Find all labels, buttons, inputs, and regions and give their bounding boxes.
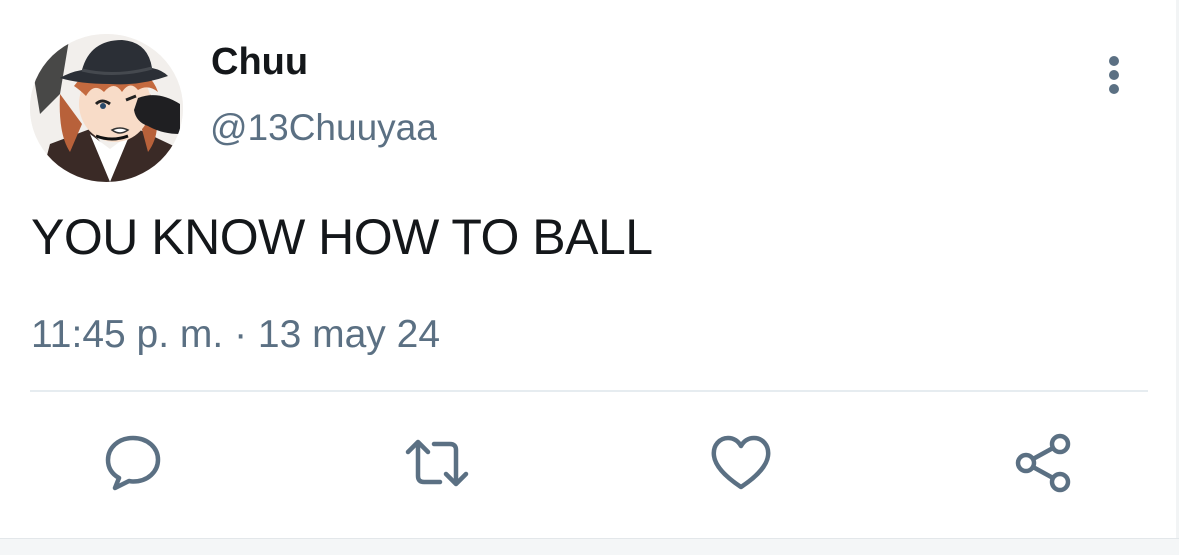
more-dot-icon <box>1109 56 1119 66</box>
anime-avatar-icon <box>30 34 183 182</box>
tweet-time: 11:45 p. m. <box>31 313 224 356</box>
divider <box>30 390 1148 392</box>
tweet-timestamp[interactable]: 11:45 p. m. · 13 may 24 <box>31 312 440 358</box>
user-handle[interactable]: @13Chuuyaa <box>210 106 437 150</box>
tweet-card: Chuu @13Chuuyaa YOU KNOW HOW TO BALL 11:… <box>0 0 1179 555</box>
more-options-button[interactable] <box>1098 52 1132 98</box>
tweet-text: YOU KNOW HOW TO BALL <box>31 209 653 265</box>
display-name[interactable]: Chuu <box>211 40 308 84</box>
retweet-arrows-icon <box>405 439 469 487</box>
heart-icon <box>711 435 771 490</box>
tweet-date: 13 may 24 <box>257 313 441 356</box>
share-nodes-icon <box>1015 433 1071 493</box>
avatar[interactable] <box>30 34 183 182</box>
like-button[interactable] <box>708 430 774 496</box>
more-dot-icon <box>1109 84 1119 94</box>
meta-separator: · <box>223 313 258 356</box>
speech-bubble-icon <box>105 435 161 491</box>
share-button[interactable] <box>1010 430 1076 496</box>
next-item-edge <box>0 538 1179 555</box>
retweet-button[interactable] <box>404 430 470 496</box>
more-dot-icon <box>1109 70 1119 80</box>
reply-button[interactable] <box>100 430 166 496</box>
